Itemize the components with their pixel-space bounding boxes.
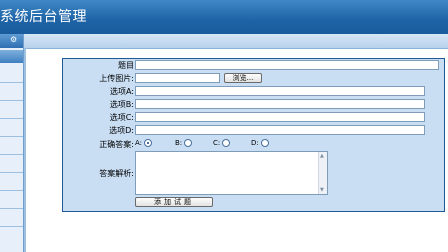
app-title: 系统后台管理 xyxy=(0,9,87,25)
top-banner: 系统后台管理 xyxy=(0,0,448,34)
radio-button[interactable] xyxy=(184,139,193,147)
sidebar-section-header[interactable] xyxy=(0,50,23,63)
option-b-label: 选项B: xyxy=(109,100,134,109)
radio-button[interactable] xyxy=(222,139,231,147)
radio-button[interactable] xyxy=(260,139,269,147)
answer-option-c[interactable]: C: xyxy=(213,139,231,147)
question-input[interactable] xyxy=(135,60,439,70)
add-question-button[interactable]: 添加试题 xyxy=(135,197,213,207)
sidebar-divider xyxy=(0,118,23,119)
option-a-label: 选项A: xyxy=(109,87,134,96)
answer-label: 正确答案: xyxy=(99,140,134,149)
scroll-up-icon[interactable]: ▲ xyxy=(320,153,324,159)
sidebar: ⚙ xyxy=(0,34,24,252)
explanation-textarea[interactable]: ▲ ▼ xyxy=(135,151,328,195)
radio-button[interactable] xyxy=(144,139,153,147)
option-c-input[interactable] xyxy=(135,112,425,122)
answer-option-label: C: xyxy=(213,139,221,147)
add-question-form: 题目 上传图片: 浏览... 选项A: 选项B: 选项C: 选项D: 正确答案:… xyxy=(62,58,445,212)
sidebar-divider xyxy=(0,82,23,83)
sidebar-divider xyxy=(0,136,23,137)
sidebar-divider xyxy=(0,226,23,227)
sub-toolbar xyxy=(0,34,448,49)
browse-button[interactable]: 浏览... xyxy=(224,73,262,83)
sidebar-divider xyxy=(0,100,23,101)
answer-option-label: D: xyxy=(251,139,259,147)
sidebar-divider xyxy=(0,172,23,173)
option-b-input[interactable] xyxy=(135,99,425,109)
sidebar-divider xyxy=(0,190,23,191)
option-c-label: 选项C: xyxy=(109,113,134,122)
content-edge xyxy=(24,48,26,252)
option-d-label: 选项D: xyxy=(109,126,134,135)
answer-option-label: A: xyxy=(135,139,143,147)
answer-option-label: B: xyxy=(175,139,183,147)
gear-icon[interactable]: ⚙ xyxy=(10,35,17,44)
option-d-input[interactable] xyxy=(135,125,425,135)
question-label: 题目 xyxy=(118,61,134,70)
option-a-input[interactable] xyxy=(135,86,425,96)
scroll-down-icon[interactable]: ▼ xyxy=(320,187,324,193)
explanation-label: 答案解析: xyxy=(99,169,134,178)
answer-option-b[interactable]: B: xyxy=(175,139,193,147)
sidebar-divider xyxy=(0,208,23,209)
answer-option-d[interactable]: D: xyxy=(251,139,269,147)
upload-file-input[interactable] xyxy=(135,73,220,83)
sidebar-divider xyxy=(0,154,23,155)
answer-option-a[interactable]: A: xyxy=(135,139,153,147)
upload-label: 上传图片: xyxy=(99,74,134,83)
textarea-scrollbar[interactable]: ▲ ▼ xyxy=(318,152,327,194)
sidebar-header[interactable]: ⚙ xyxy=(0,34,23,48)
